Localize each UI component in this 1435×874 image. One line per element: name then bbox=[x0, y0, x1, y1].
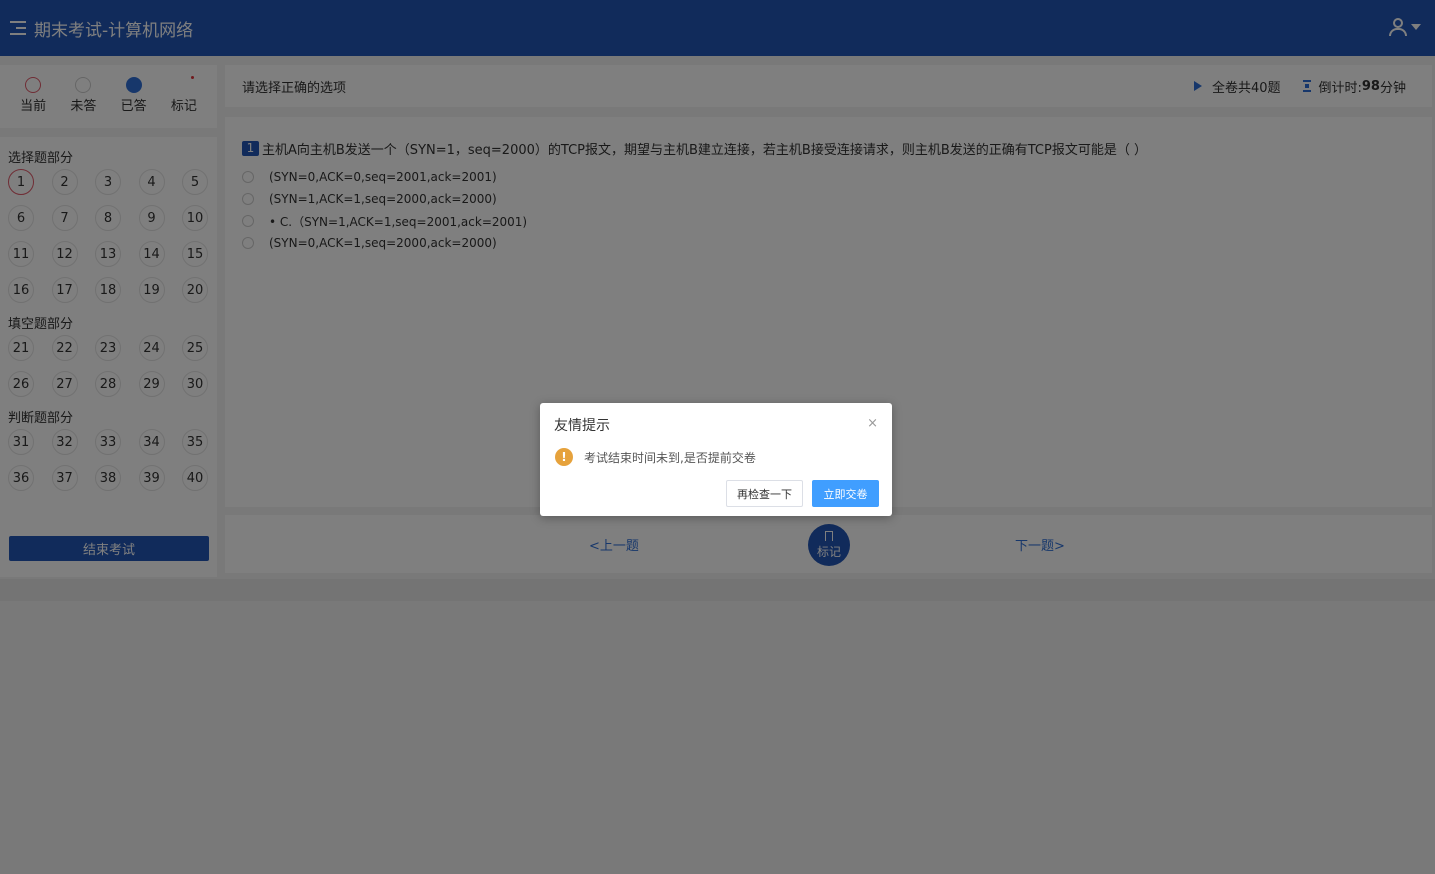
warning-icon: ! bbox=[555, 448, 573, 466]
recheck-button[interactable]: 再检查一下 bbox=[726, 480, 803, 507]
dialog-message-text: 考试结束时间未到,是否提前交卷 bbox=[584, 450, 756, 465]
confirm-dialog: 友情提示 × ! 考试结束时间未到,是否提前交卷 再检查一下 立即交卷 bbox=[540, 403, 892, 516]
dialog-message: ! 考试结束时间未到,是否提前交卷 bbox=[555, 448, 756, 466]
submit-now-button[interactable]: 立即交卷 bbox=[812, 480, 879, 507]
dialog-title: 友情提示 bbox=[554, 418, 610, 434]
close-icon[interactable]: × bbox=[867, 416, 878, 431]
